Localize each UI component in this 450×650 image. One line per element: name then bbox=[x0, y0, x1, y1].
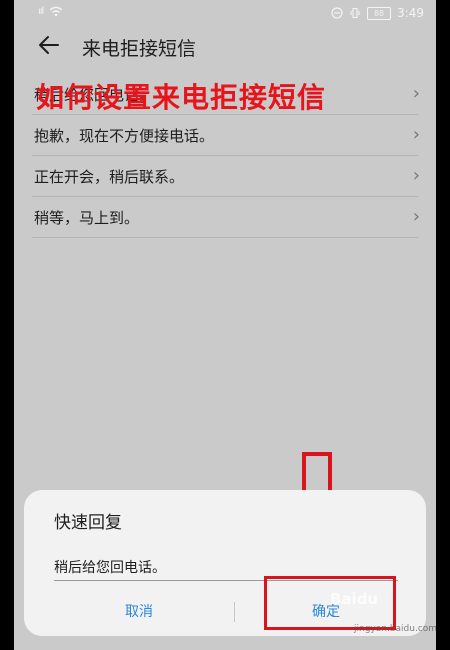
vibrate-icon bbox=[350, 7, 360, 19]
chevron-right-icon: › bbox=[412, 206, 420, 227]
watermark-url: jingyan.baidu.com bbox=[354, 624, 436, 634]
watermark-logo: Baidu bbox=[330, 590, 379, 608]
clock: 3:49 bbox=[397, 6, 424, 20]
button-divider bbox=[234, 602, 235, 622]
chevron-right-icon: › bbox=[412, 124, 420, 145]
status-right: 88 3:49 bbox=[331, 6, 424, 20]
status-bar: ııl 88 3:49 bbox=[14, 0, 436, 28]
chevron-right-icon: › bbox=[412, 83, 420, 104]
list-item-text: 正在开会，稍后联系。 bbox=[34, 168, 185, 186]
list-item-message-2[interactable]: 抱歉，现在不方便接电话。 › bbox=[32, 115, 420, 156]
tutorial-caption: 如何设置来电拒接短信 bbox=[36, 81, 327, 114]
list-item-message-4[interactable]: 稍等，马上到。 › bbox=[32, 197, 420, 238]
list-item-message-3[interactable]: 正在开会，稍后联系。 › bbox=[32, 156, 420, 197]
signal-strength: ııl bbox=[38, 6, 44, 17]
cancel-button[interactable]: 取消 bbox=[54, 594, 224, 630]
status-left: ııl bbox=[38, 6, 63, 17]
back-arrow-icon[interactable] bbox=[36, 32, 62, 58]
battery-icon: 88 bbox=[367, 6, 392, 20]
phone-screen: ııl 88 3:49 来电拒接短信 稍后给您回电话。 › 抱歉，现在不方便接电… bbox=[14, 0, 436, 650]
dialog-title: 快速回复 bbox=[54, 513, 122, 533]
do-not-disturb-icon bbox=[331, 7, 343, 19]
chevron-right-icon: › bbox=[412, 165, 420, 186]
header: 来电拒接短信 bbox=[14, 30, 436, 66]
list-item-text: 稍等，马上到。 bbox=[34, 209, 140, 227]
wifi-icon bbox=[49, 6, 63, 17]
page-title: 来电拒接短信 bbox=[82, 38, 197, 60]
list-item-text: 抱歉，现在不方便接电话。 bbox=[34, 127, 215, 145]
